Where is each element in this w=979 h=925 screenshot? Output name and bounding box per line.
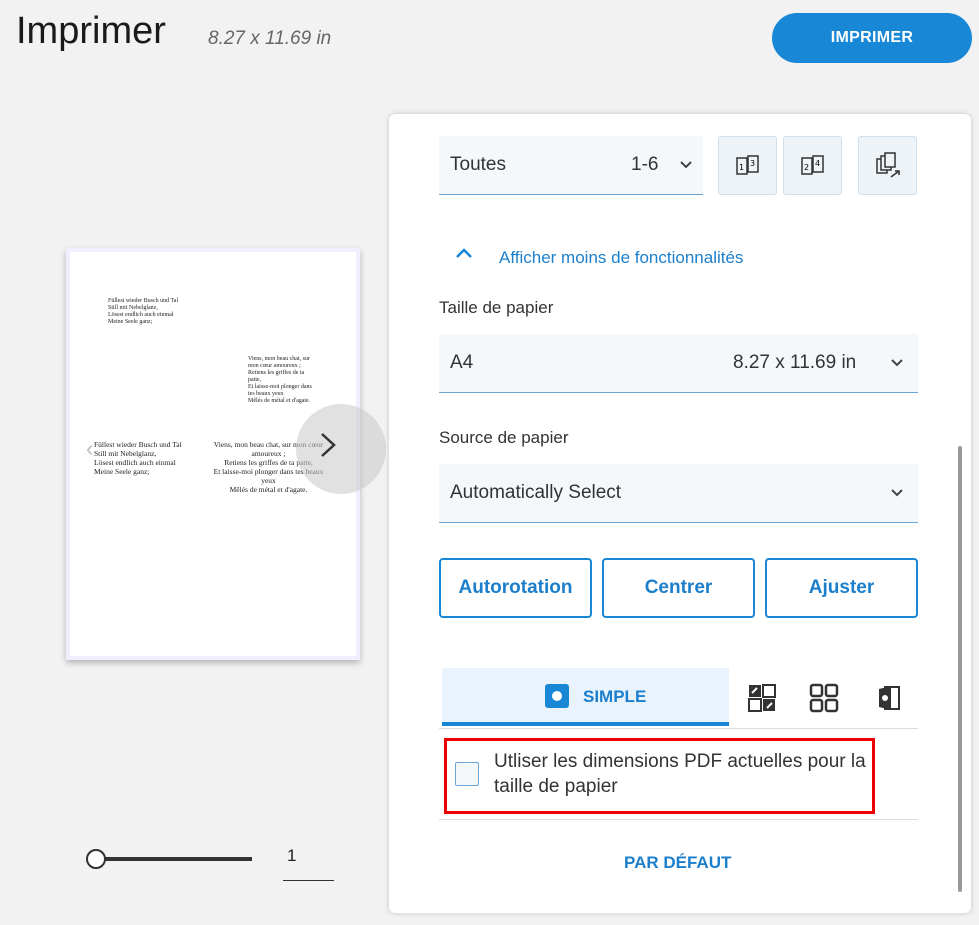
odd-pages-button[interactable]: 1 3 [718,136,777,195]
paper-size-select[interactable]: A4 8.27 x 11.69 in [439,334,918,393]
tab-simple-label[interactable]: SIMPLE [583,687,646,707]
paper-size-label: A4 [450,352,474,373]
chevron-down-icon [891,489,903,497]
preview-text-block: Füllest wieder Busch und Tal Still mit N… [94,440,182,476]
grid-layout-icon[interactable] [809,683,839,713]
svg-text:4: 4 [815,159,820,168]
even-pages-icon: 2 4 [800,154,824,175]
poster-layout-icon[interactable] [873,683,903,713]
chevron-right-icon[interactable] [316,430,340,460]
panel-scrollbar[interactable] [958,446,962,892]
zoom-slider-track[interactable] [96,857,252,861]
preview-text-block: Viens, mon beau chat, sur mon cœur amour… [248,356,312,404]
single-page-icon [545,684,569,708]
booklet-layout-icon[interactable] [747,683,777,713]
svg-text:2: 2 [804,163,809,172]
paper-size-value: 8.27 x 11.69 in [733,352,857,373]
reverse-pages-icon [875,151,900,178]
center-button[interactable]: Centrer [602,558,755,618]
odd-pages-icon: 1 3 [735,154,759,175]
svg-text:3: 3 [750,159,755,168]
pages-select-value: 1-6 [631,154,659,175]
chevron-down-icon [891,359,903,367]
reverse-order-button[interactable] [858,136,917,195]
pages-select[interactable]: Toutes 1-6 [439,136,703,195]
section-divider [439,819,918,820]
next-page-button[interactable] [296,404,386,494]
page-dimensions: 8.27 x 11.69 in [208,28,332,49]
chevron-up-icon [456,248,472,258]
toggle-features-label[interactable]: Afficher moins de fonctionnalités [499,248,743,268]
chevron-left-icon[interactable]: ‹ [86,436,93,462]
paper-source-select[interactable]: Automatically Select [439,464,918,523]
preview-text-block: Füllest wieder Busch und Tal Still mit N… [108,298,179,325]
zoom-slider-handle[interactable] [86,849,106,869]
paper-source-label: Automatically Select [450,482,622,503]
print-button[interactable]: IMPRIMER [772,13,972,63]
chevron-down-icon [680,161,692,169]
paper-size-heading: Taille de papier [439,298,554,317]
page-title: Imprimer [16,10,166,52]
svg-text:1: 1 [739,163,744,172]
toggle-features-button[interactable] [455,246,473,260]
use-pdf-dimensions-checkbox[interactable] [455,762,479,786]
pages-select-label: Toutes [450,154,506,175]
paper-source-heading: Source de papier [439,428,569,447]
page-number-input[interactable]: 1 [283,846,334,881]
autorotate-button[interactable]: Autorotation [439,558,592,618]
use-pdf-dimensions-label[interactable]: Utliser les dimensions PDF actuelles pou… [494,749,869,799]
tab-divider [439,728,918,729]
even-pages-button[interactable]: 2 4 [783,136,842,195]
fit-button[interactable]: Ajuster [765,558,918,618]
reset-default-button[interactable]: PAR DÉFAUT [624,853,731,873]
